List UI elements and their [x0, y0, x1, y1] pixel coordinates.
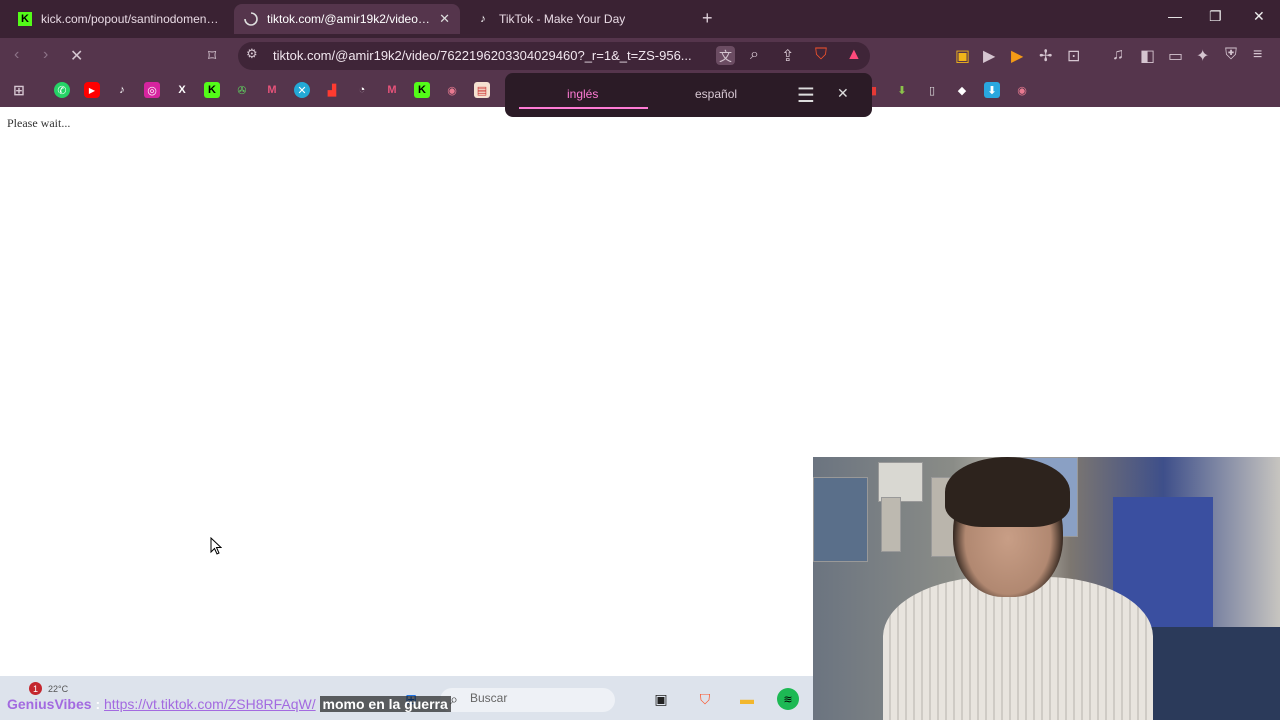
kick-icon[interactable]: K: [414, 82, 430, 98]
music-icon[interactable]: ♫: [1112, 46, 1124, 64]
download-icon[interactable]: ⬇: [894, 82, 910, 98]
bookmark-icon[interactable]: ⌑: [208, 46, 216, 66]
instagram-icon[interactable]: ◎: [144, 82, 160, 98]
menu-icon[interactable]: ≡: [1253, 46, 1262, 64]
share-icon[interactable]: ⇪: [781, 46, 794, 66]
close-icon[interactable]: ✕: [439, 11, 450, 27]
notification-badge: 1: [29, 682, 42, 695]
tab-tiktok-video[interactable]: tiktok.com/@amir19k2/video/76 ✕: [234, 4, 460, 34]
page-status-text: Please wait...: [7, 116, 71, 130]
brave-icon[interactable]: ⛉: [694, 688, 716, 710]
translate-popup: [505, 73, 872, 117]
active-tab-indicator: [519, 107, 648, 109]
kick-icon: K: [18, 12, 32, 26]
brave-rewards-icon[interactable]: ▲: [846, 46, 862, 64]
mouse-cursor-icon: [210, 536, 223, 560]
spotify-icon[interactable]: ≋: [777, 688, 799, 710]
gmail-icon[interactable]: M: [384, 82, 400, 98]
taskbar-search-placeholder: Buscar: [470, 691, 508, 705]
chat-message: GeniusVibes : https://vt.tiktok.com/ZSH8…: [7, 696, 451, 712]
whatsapp-icon[interactable]: ✆: [54, 82, 70, 98]
tab-title: tiktok.com/@amir19k2/video/76: [267, 12, 432, 26]
bookmark-icon[interactable]: ✇: [234, 82, 250, 98]
tab-title: TikTok - Make Your Day: [499, 12, 626, 26]
task-view-icon[interactable]: ▣: [650, 688, 672, 710]
download-box-icon[interactable]: ⬇: [984, 82, 1000, 98]
tiktok-icon[interactable]: ♪: [114, 82, 130, 98]
sidebar-icon[interactable]: ◧: [1140, 46, 1155, 66]
youtube-icon[interactable]: ▶: [84, 82, 100, 98]
tab-search-icon[interactable]: ⊡: [1067, 46, 1080, 66]
kick-icon[interactable]: K: [204, 82, 220, 98]
target-language-tab[interactable]: español: [695, 87, 737, 101]
source-language-tab[interactable]: inglés: [567, 87, 598, 101]
close-window-icon[interactable]: ✕: [1253, 8, 1265, 25]
chat-separator: :: [95, 696, 101, 712]
wallet-icon[interactable]: ▭: [1168, 46, 1183, 66]
close-icon[interactable]: ✕: [837, 85, 849, 102]
bookmark-icon[interactable]: ▤: [474, 82, 490, 98]
zoom-icon[interactable]: ⌕: [750, 46, 759, 64]
bookmark-icon[interactable]: ✕: [294, 82, 310, 98]
x-icon[interactable]: X: [174, 82, 190, 98]
loading-spinner-icon: [244, 12, 258, 26]
diamond-icon[interactable]: ◆: [954, 82, 970, 98]
vpn-icon[interactable]: ⛨: [1225, 46, 1237, 64]
options-menu-icon[interactable]: ☰: [797, 83, 815, 108]
play-extension-icon[interactable]: ▶: [983, 46, 995, 66]
chat-text: momo en la guerra: [319, 696, 451, 712]
chat-link[interactable]: https://vt.tiktok.com/ZSH8RFAqW/: [104, 696, 316, 712]
taskbar-search[interactable]: [440, 688, 615, 712]
site-settings-icon[interactable]: ⚙: [246, 46, 258, 62]
tab-title: kick.com/popout/santinodomenichin: [41, 12, 220, 26]
restore-icon[interactable]: ❐: [1209, 8, 1222, 25]
extensions-icon[interactable]: ✢: [1039, 46, 1052, 66]
file-explorer-icon[interactable]: ▬: [736, 688, 758, 710]
weather-text: 22°C: [48, 684, 69, 694]
extension-icon[interactable]: ▣: [955, 46, 970, 66]
tab-tiktok-home[interactable]: ♪ TikTok - Make Your Day: [466, 4, 686, 34]
new-tab-button[interactable]: +: [702, 8, 713, 29]
tab-kick[interactable]: K kick.com/popout/santinodomenichin: [8, 4, 230, 34]
document-icon[interactable]: ▯: [924, 82, 940, 98]
tiktok-icon: ♪: [480, 13, 486, 25]
webcam-overlay: [813, 457, 1280, 720]
media-extension-icon[interactable]: ▶: [1011, 46, 1023, 66]
translate-icon[interactable]: 文: [716, 46, 736, 65]
apps-grid-icon[interactable]: ⊞: [11, 82, 27, 98]
forward-icon[interactable]: ›: [43, 46, 48, 64]
gmail-icon[interactable]: M: [264, 82, 280, 98]
back-icon[interactable]: ‹: [14, 46, 19, 64]
chat-username: GeniusVibes: [7, 696, 92, 712]
url-text[interactable]: tiktok.com/@amir19k2/video/7622196203304…: [273, 48, 692, 63]
brave-shields-icon[interactable]: ⛉: [815, 46, 827, 64]
speed-icon[interactable]: ◔: [354, 82, 370, 98]
stop-loading-icon[interactable]: ✕: [70, 46, 83, 66]
bookmark-icon[interactable]: ◉: [444, 82, 460, 98]
minimize-icon[interactable]: —: [1168, 8, 1182, 24]
leo-icon[interactable]: ✦: [1196, 46, 1209, 66]
bookmark-icon[interactable]: ◉: [1014, 82, 1030, 98]
stats-icon[interactable]: ▟: [324, 82, 340, 98]
